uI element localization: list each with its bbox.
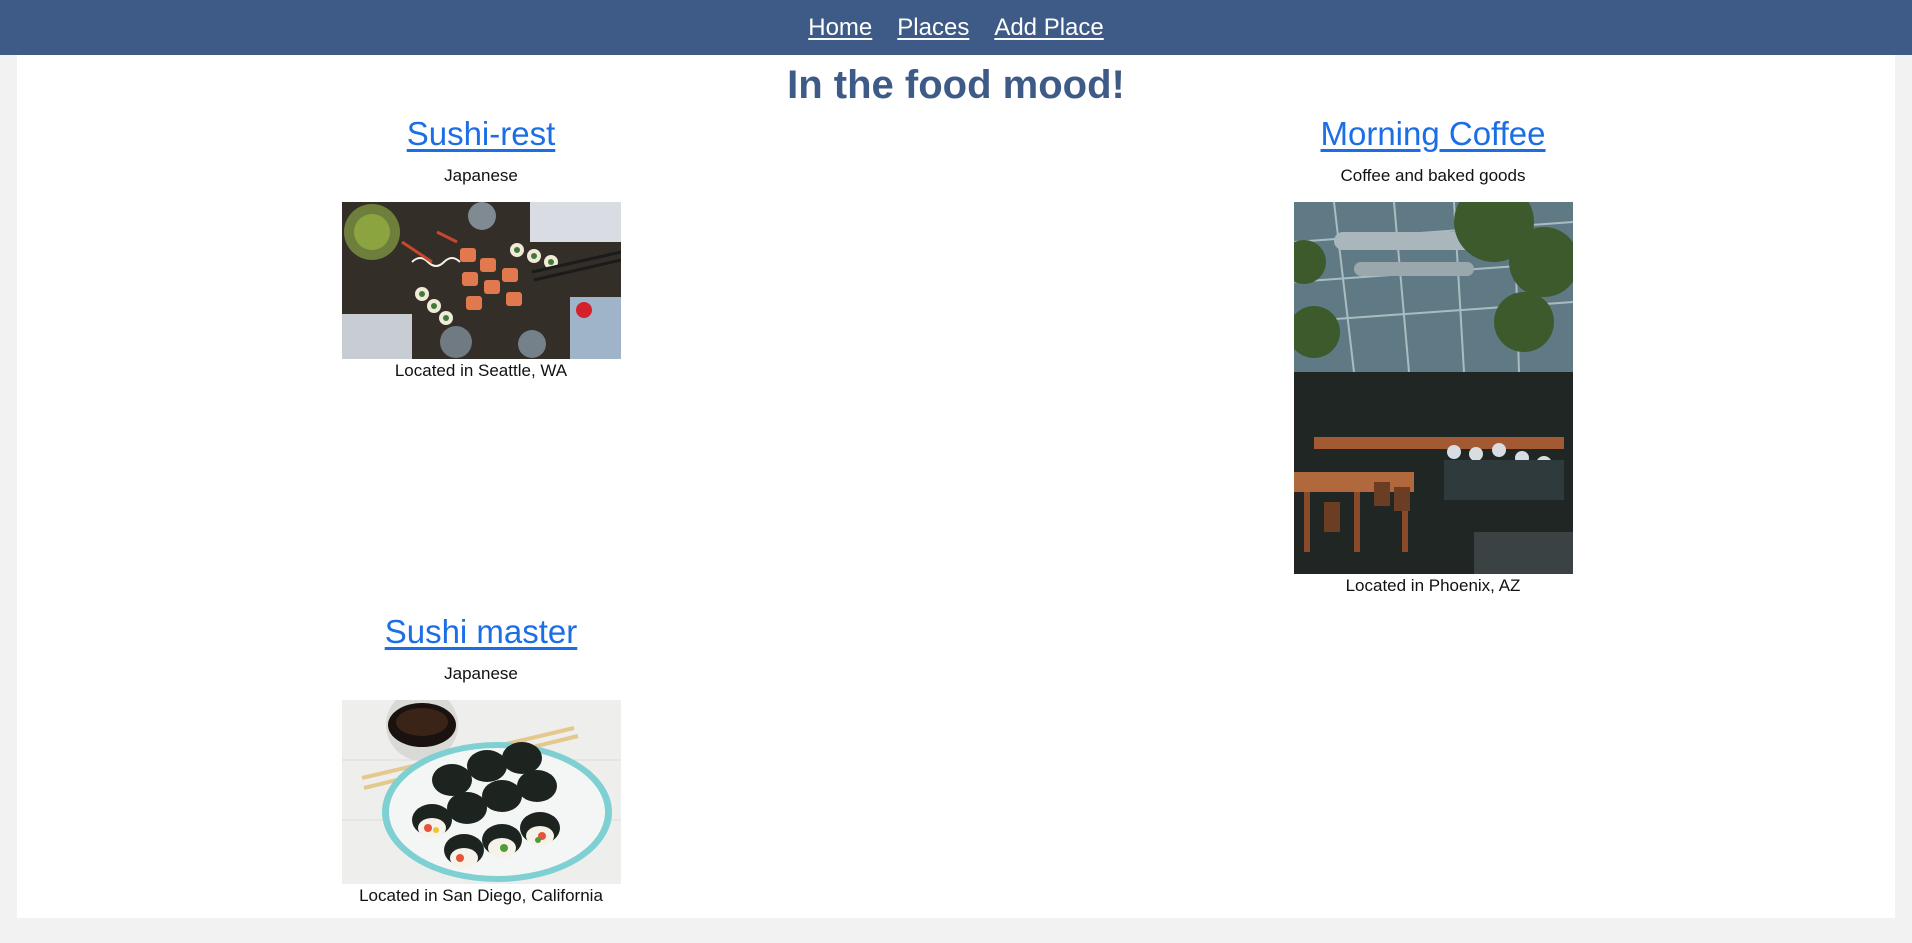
place-cuisine: Japanese — [444, 664, 518, 683]
place-location: Located in San Diego, California — [359, 886, 603, 905]
place-card: Sushi master Japanese Located in San Die… — [181, 606, 781, 908]
place-cuisine: Coffee and baked goods — [1340, 166, 1526, 185]
nav-link-add-place[interactable]: Add Place — [994, 14, 1103, 41]
place-name-link[interactable]: Sushi-rest — [407, 115, 556, 152]
nav-item-add-place: Add Place — [994, 14, 1103, 42]
place-card: Morning Coffee Coffee and baked goods Lo… — [1133, 108, 1733, 598]
top-navbar: Home Places Add Place — [0, 0, 1912, 55]
nav-links: Home Places Add Place — [808, 14, 1103, 42]
place-name-heading: Sushi-rest — [181, 108, 781, 160]
place-name-link[interactable]: Sushi master — [385, 613, 578, 650]
nav-item-places: Places — [897, 14, 969, 42]
nav-item-home: Home — [808, 14, 872, 42]
nav-link-places[interactable]: Places — [897, 14, 969, 41]
main-content: In the food mood! Sushi-rest Japanese Lo… — [17, 55, 1895, 918]
place-location: Located in Seattle, WA — [394, 361, 568, 380]
place-location: Located in Phoenix, AZ — [1345, 576, 1521, 595]
place-card: Sushi-rest Japanese Located in Seattle, … — [181, 108, 781, 383]
sushi-platter-photo — [341, 202, 621, 359]
nav-link-home[interactable]: Home — [808, 14, 872, 41]
greenhouse-cafe-photo — [1293, 202, 1573, 574]
place-name-link[interactable]: Morning Coffee — [1320, 115, 1545, 152]
place-name-heading: Morning Coffee — [1133, 108, 1733, 160]
page-title: In the food mood! — [787, 63, 1125, 107]
place-cuisine: Japanese — [444, 166, 518, 185]
place-name-heading: Sushi master — [181, 606, 781, 658]
sushi-rolls-plate-photo — [341, 700, 621, 884]
